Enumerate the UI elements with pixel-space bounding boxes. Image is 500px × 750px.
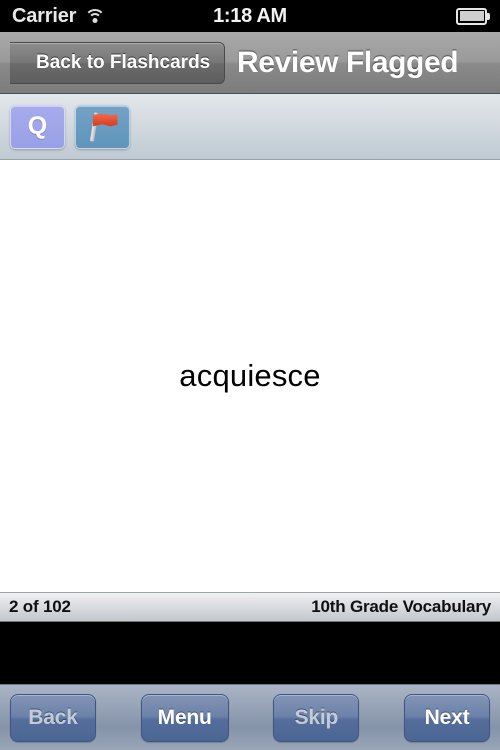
flag-button[interactable] xyxy=(75,104,130,149)
ad-banner-area xyxy=(0,622,500,684)
card-status-bar: 2 of 102 10th Grade Vocabulary xyxy=(0,592,500,622)
flashcard-word: acquiesce xyxy=(179,358,321,393)
back-to-flashcards-button[interactable]: Back to Flashcards xyxy=(10,41,226,84)
progress-counter: 2 of 102 xyxy=(9,597,71,616)
skip-button-label: Skip xyxy=(294,705,339,729)
clock-label: 1:18 AM xyxy=(213,4,287,27)
deck-name-label: 10th Grade Vocabulary xyxy=(311,597,491,616)
ios-status-bar: Carrier 1:18 AM xyxy=(0,0,500,32)
back-button-label: Back xyxy=(28,705,78,729)
menu-button[interactable]: Menu xyxy=(140,693,229,742)
side-toggle-button[interactable]: Q xyxy=(10,104,65,149)
page-title: Review Flagged xyxy=(237,45,459,79)
bottom-toolbar: Back Menu Skip Next xyxy=(0,684,500,750)
side-toggle-label: Q xyxy=(27,112,48,140)
flashcard-face[interactable]: acquiesce xyxy=(0,160,500,592)
next-button[interactable]: Next xyxy=(404,693,490,742)
app-screen: Carrier 1:18 AM Back to Flashcards Revie… xyxy=(0,0,500,750)
status-bar-right xyxy=(456,7,490,25)
skip-button[interactable]: Skip xyxy=(273,693,360,742)
back-button-label: Back to Flashcards xyxy=(36,51,211,73)
next-button-label: Next xyxy=(424,705,470,729)
menu-button-label: Menu xyxy=(157,705,212,729)
card-toolbar: Q xyxy=(0,94,500,160)
red-flag-icon xyxy=(86,111,120,142)
navigation-bar: Back to Flashcards Review Flagged xyxy=(0,32,500,94)
back-button[interactable]: Back xyxy=(10,693,96,742)
battery-icon xyxy=(456,7,490,25)
